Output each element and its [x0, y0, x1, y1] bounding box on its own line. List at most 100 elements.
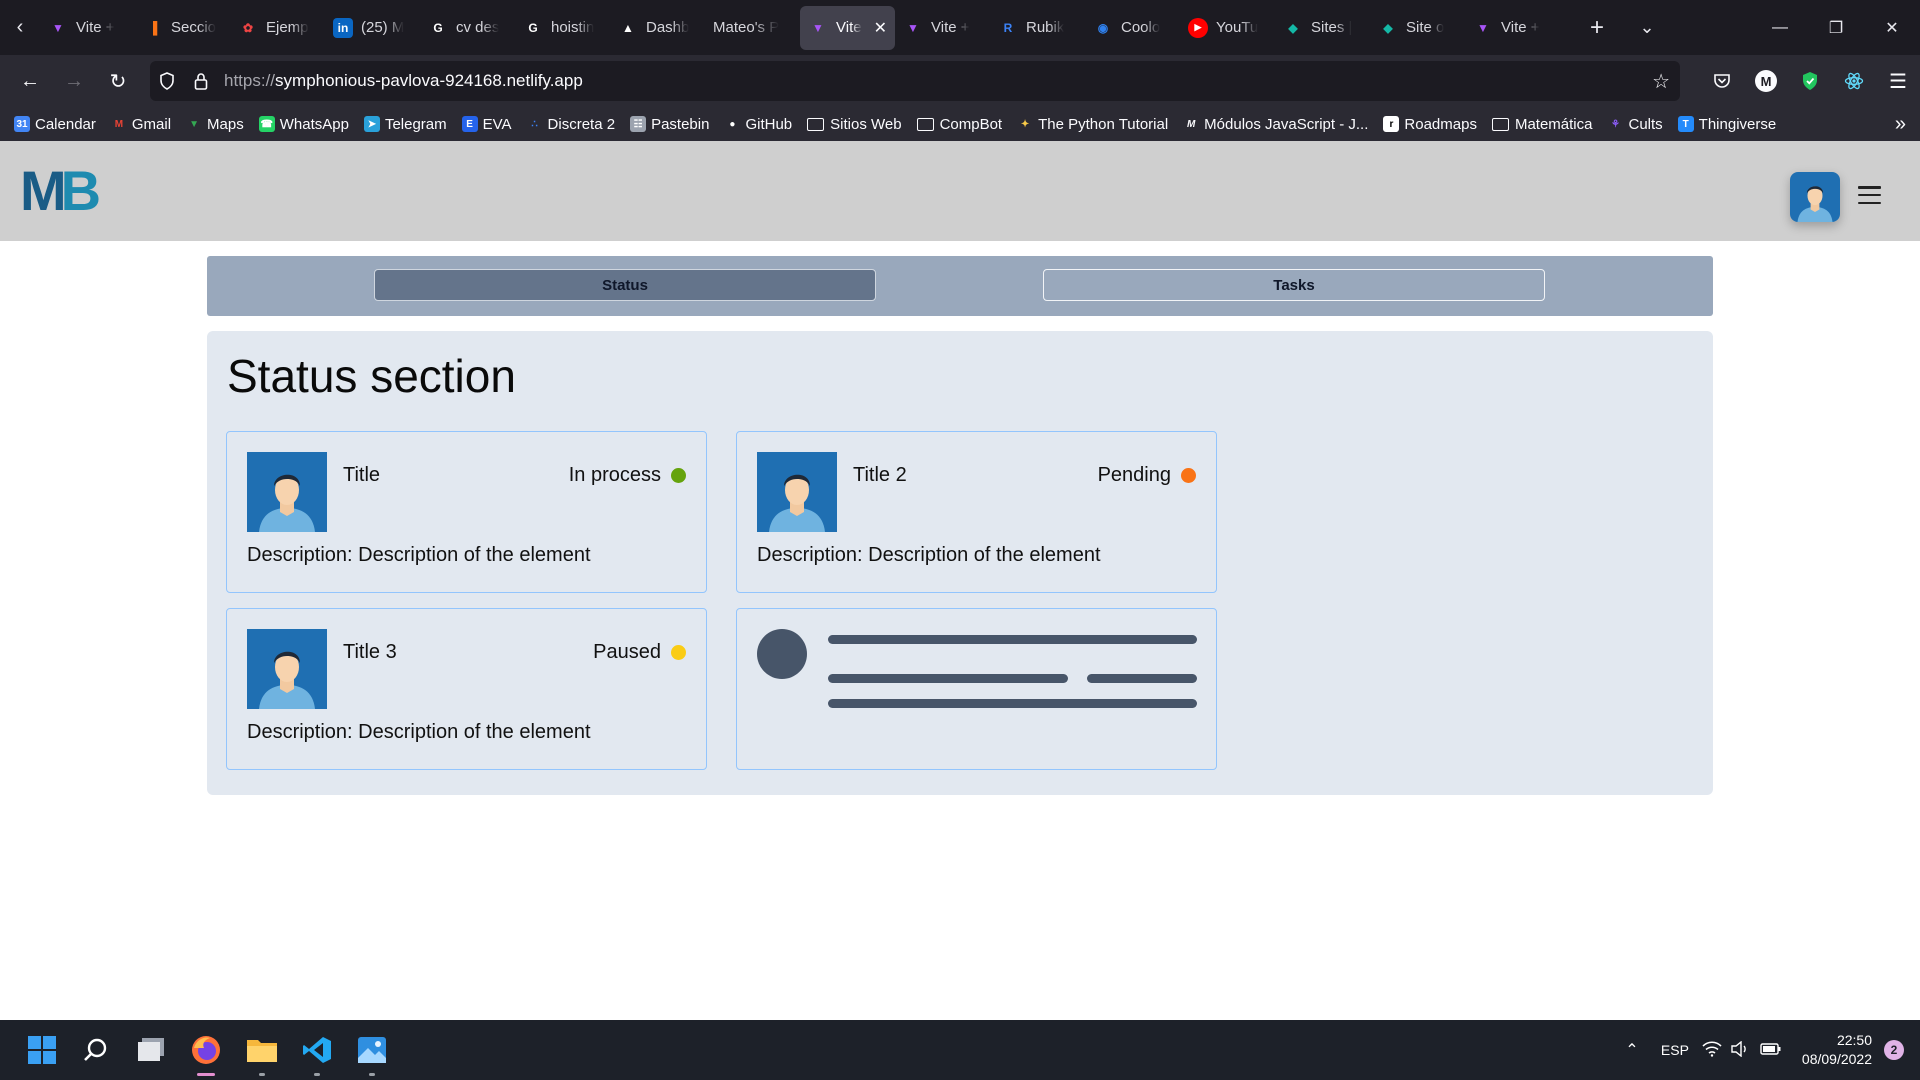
bookmarks-toolbar: 31 Calendar M Gmail ▼ Maps ☎ WhatsApp ➤ Telegram E…: [0, 107, 1920, 141]
browser-tab[interactable]: ▶ YouTu: [1180, 6, 1275, 50]
bookmark-label: CompBot: [939, 115, 1003, 133]
browser-tab[interactable]: R Rubik: [990, 6, 1085, 50]
bookmark-label: EVA: [482, 115, 512, 133]
bookmark-item[interactable]: M Módulos JavaScript - J...: [1183, 116, 1368, 133]
url-text[interactable]: https://symphonious-pavlova-924168.netli…: [224, 71, 583, 91]
browser-tab[interactable]: ◉ Coolo: [1085, 6, 1180, 50]
tray-overflow-icon[interactable]: ⌃: [1612, 1040, 1652, 1060]
bookmark-item[interactable]: ➤ Telegram: [363, 115, 447, 133]
status-card[interactable]: Title 3 Paused Description: Description …: [226, 608, 707, 770]
url-bar[interactable]: https://symphonious-pavlova-924168.netli…: [150, 61, 1680, 101]
person-icon: [757, 452, 837, 532]
minimize-icon[interactable]: —: [1752, 0, 1808, 55]
file-explorer-icon[interactable]: [242, 1030, 282, 1076]
tab-title: Coolo: [1121, 19, 1161, 36]
logo-b: B: [60, 159, 102, 222]
windows-start-icon[interactable]: [22, 1030, 62, 1070]
photos-icon[interactable]: [352, 1030, 392, 1076]
bookmark-item[interactable]: ∴ Discreta 2: [527, 116, 615, 133]
lock-icon[interactable]: [184, 72, 218, 90]
browser-tab[interactable]: ▼ Vite +: [40, 6, 135, 50]
account-m-icon[interactable]: M: [1744, 55, 1788, 107]
bookmark-item[interactable]: ✦ The Python Tutorial: [1017, 116, 1168, 133]
list-all-tabs-icon[interactable]: ⌄: [1622, 0, 1672, 55]
bookmark-item[interactable]: M Gmail: [111, 116, 171, 133]
browser-tab[interactable]: ▐ Seccio: [135, 6, 230, 50]
more-bookmarks-icon[interactable]: »: [1895, 113, 1906, 136]
firefox-taskbar-icon[interactable]: [186, 1030, 226, 1076]
bookmark-item[interactable]: T Thingiverse: [1677, 116, 1776, 133]
forward-icon[interactable]: →: [52, 59, 96, 103]
skeleton-line: [828, 699, 1197, 708]
browser-tab[interactable]: ▼ Vite +: [895, 6, 990, 50]
bookmark-item[interactable]: CompBot: [916, 115, 1003, 133]
browser-tab[interactable]: ◆ Site o: [1370, 6, 1465, 50]
tab-tasks[interactable]: Tasks: [1043, 269, 1545, 301]
bookmark-item[interactable]: E EVA: [461, 115, 512, 133]
vscode-icon[interactable]: [297, 1030, 337, 1076]
tab-status[interactable]: Status: [374, 269, 876, 301]
pocket-icon[interactable]: [1700, 55, 1744, 107]
restore-icon[interactable]: ❐: [1808, 0, 1864, 55]
bookmark-item[interactable]: 31 Calendar: [14, 116, 96, 133]
search-icon[interactable]: [76, 1030, 116, 1070]
tab-scroll-left-icon[interactable]: ‹: [0, 0, 40, 55]
clock[interactable]: 22:50 08/09/2022: [1802, 1031, 1872, 1069]
skeleton-line: [1087, 674, 1197, 683]
bookmark-item[interactable]: ▼ Maps: [186, 116, 244, 133]
bookmark-item[interactable]: r Roadmaps: [1383, 116, 1477, 133]
close-tab-icon[interactable]: ✕: [874, 18, 887, 38]
card-status: Pending: [1098, 464, 1196, 487]
bookmark-item[interactable]: ☎ WhatsApp: [258, 116, 349, 133]
bookmark-item[interactable]: ☷ Pastebin: [630, 116, 709, 133]
browser-tab[interactable]: Gcv des: [420, 6, 515, 50]
app-menu-icon[interactable]: ☰: [1876, 55, 1920, 107]
notification-badge[interactable]: 2: [1884, 1040, 1904, 1060]
triangle-icon: ▲: [622, 20, 634, 35]
status-label: Paused: [593, 641, 661, 663]
google-icon: G: [528, 20, 538, 35]
folder-icon: [916, 117, 934, 131]
web-page: MB Status Tasks Status section Title In …: [0, 141, 1920, 1020]
browser-tab[interactable]: Ghoistin: [515, 6, 610, 50]
bookmark-label: The Python Tutorial: [1038, 115, 1169, 133]
browser-tab[interactable]: ▲ Dashb: [610, 6, 705, 50]
reload-icon[interactable]: ↻: [96, 59, 140, 103]
back-icon[interactable]: ←: [8, 59, 52, 103]
browser-tab[interactable]: ▼ Vite +: [1465, 6, 1560, 50]
language-indicator[interactable]: ESP: [1652, 1042, 1698, 1058]
tab-list: ▼ Vite + ▐ Seccio ✿ Ejemp in (25) M Gcv des Ghois…: [40, 0, 1560, 55]
tab-title: Vite +: [76, 19, 115, 36]
browser-tab[interactable]: Mateo's P: [705, 6, 800, 50]
new-tab-icon[interactable]: +: [1572, 0, 1622, 55]
browser-tab[interactable]: ◆ Sites |: [1275, 6, 1370, 50]
wifi-icon[interactable]: [1698, 1040, 1726, 1060]
bookmark-item[interactable]: ⚘ Cults: [1607, 116, 1663, 133]
bookmark-label: Gmail: [131, 115, 172, 133]
status-dot-icon: [1181, 468, 1196, 483]
bookmark-item[interactable]: Sitios Web: [807, 116, 902, 133]
battery-icon[interactable]: [1754, 1042, 1788, 1059]
linkedin-icon: in: [333, 17, 353, 38]
volume-icon[interactable]: [1726, 1040, 1754, 1060]
react-devtools-icon[interactable]: [1832, 55, 1876, 107]
google-icon: G: [433, 20, 443, 35]
bookmark-item[interactable]: ● GitHub: [724, 116, 792, 133]
site-logo[interactable]: MB: [20, 163, 101, 219]
shield-icon[interactable]: [150, 72, 184, 90]
status-card[interactable]: Title In process Description: Descriptio…: [226, 431, 707, 593]
close-window-icon[interactable]: ✕: [1864, 0, 1920, 55]
status-label: Pending: [1097, 464, 1171, 486]
browser-tab[interactable]: in (25) M: [325, 6, 420, 50]
browser-tab[interactable]: ✿ Ejemp: [230, 6, 325, 50]
system-tray: ⌃ ESP 22:50 08/09/2022 2: [1612, 1020, 1920, 1080]
bookmark-item[interactable]: Matemática: [1491, 116, 1592, 133]
adblock-shield-icon[interactable]: [1788, 55, 1832, 107]
task-view-icon[interactable]: [132, 1030, 172, 1070]
bookmark-star-icon[interactable]: ☆: [1652, 69, 1670, 94]
menu-hamburger-icon[interactable]: [1858, 186, 1881, 204]
status-card[interactable]: Title 2 Pending Description: Description…: [736, 431, 1217, 593]
user-avatar[interactable]: [1790, 172, 1840, 222]
bookmark-label: Telegram: [384, 115, 447, 133]
browser-tab[interactable]: ▼ Vite ✕: [800, 5, 895, 50]
